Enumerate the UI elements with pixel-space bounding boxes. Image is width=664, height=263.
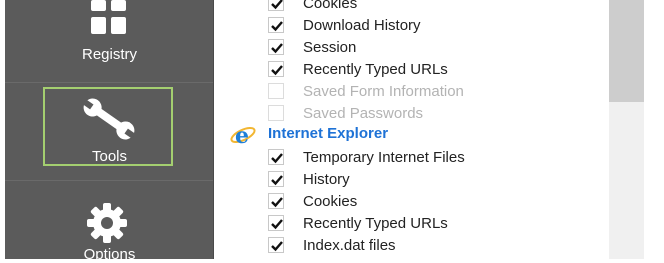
gear-icon xyxy=(86,202,128,244)
divider xyxy=(5,180,214,181)
item-label: Saved Form Information xyxy=(303,83,464,100)
sidebar-item-tools[interactable]: Tools xyxy=(5,87,214,167)
item-label: History xyxy=(303,171,350,188)
item-label: Recently Typed URLs xyxy=(303,215,448,232)
checkbox-disabled xyxy=(268,105,284,121)
scrollbar-thumb[interactable] xyxy=(609,0,644,102)
checkbox-checked[interactable] xyxy=(268,193,284,209)
sidebar-item-label: Tools xyxy=(91,148,128,165)
item-label: Cookies xyxy=(303,0,358,12)
item-label: Saved Passwords xyxy=(303,105,424,122)
scrollbar[interactable] xyxy=(609,0,644,259)
checkbox-checked[interactable] xyxy=(268,39,284,55)
checkbox-checked[interactable] xyxy=(268,17,284,33)
checkbox-checked[interactable] xyxy=(268,61,284,77)
checkbox-checked[interactable] xyxy=(268,171,284,187)
item-label: Index.dat files xyxy=(303,237,396,254)
item-label: Cookies xyxy=(303,193,358,210)
group-title: Internet Explorer xyxy=(268,125,389,142)
internet-explorer-icon: e xyxy=(230,123,256,149)
checkbox-checked[interactable] xyxy=(268,215,284,231)
sidebar: Registry Tools Options xyxy=(5,0,214,263)
checkbox-disabled xyxy=(268,83,284,99)
checkbox-checked[interactable] xyxy=(268,0,284,11)
sidebar-item-registry[interactable]: Registry xyxy=(5,0,214,80)
item-label: Session xyxy=(303,39,357,56)
item-label: Download History xyxy=(303,17,421,34)
sidebar-item-label: Registry xyxy=(81,46,137,63)
item-label: Recently Typed URLs xyxy=(303,61,448,78)
registry-tiles-icon xyxy=(91,0,127,38)
sidebar-item-label: Options xyxy=(83,246,136,263)
item-label: Temporary Internet Files xyxy=(303,149,465,166)
checkbox-checked[interactable] xyxy=(268,149,284,165)
divider xyxy=(5,82,214,83)
svg-text:e: e xyxy=(235,124,249,146)
wrench-icon xyxy=(81,97,137,141)
sidebar-item-options[interactable]: Options xyxy=(5,190,214,263)
checkbox-checked[interactable] xyxy=(268,237,284,253)
